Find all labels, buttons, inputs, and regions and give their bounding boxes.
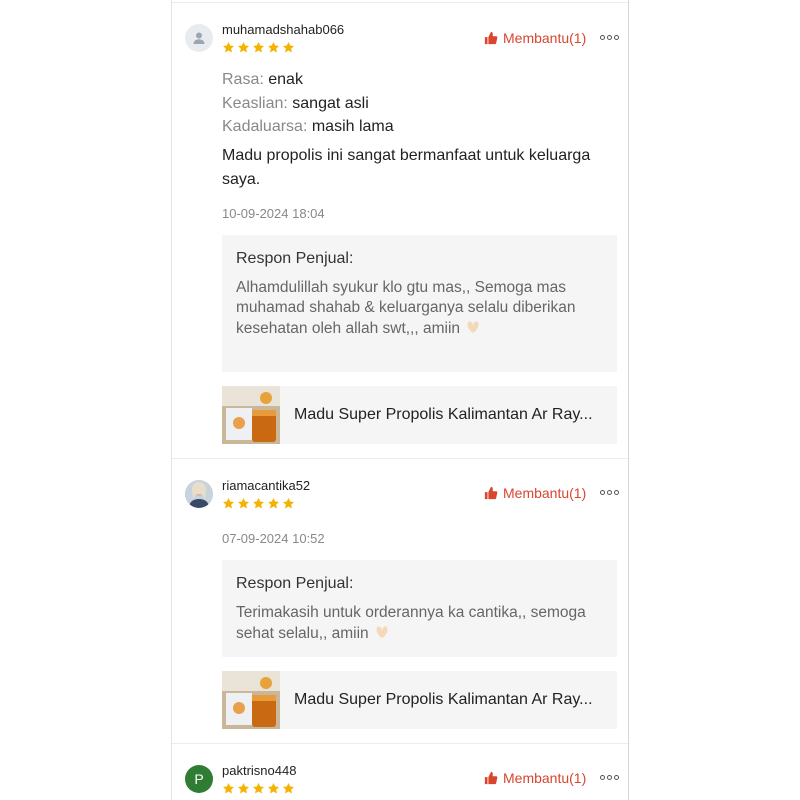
divider [172, 2, 628, 3]
thumbs-up-icon [484, 771, 498, 785]
response-text: Alhamdulillah syukur klo gtu mas,, Semog… [236, 279, 576, 338]
helpful-button[interactable]: Membantu(1) [484, 770, 586, 786]
helpful-label: Membantu(1) [503, 770, 587, 786]
star-icon [267, 782, 280, 794]
star-icon [252, 41, 265, 53]
attribute-expiry: Kadaluarsa: masih lama [222, 118, 394, 135]
star-icon [282, 497, 295, 509]
rating-stars [222, 41, 295, 54]
star-icon [252, 782, 265, 794]
star-icon [252, 497, 265, 509]
divider [172, 458, 628, 459]
product-thumbnail [222, 386, 280, 444]
helpful-label: Membantu(1) [503, 30, 587, 46]
response-text: Terimakasih untuk orderannya ka cantika,… [236, 604, 586, 643]
attribute-authenticity: Keaslian: sangat asli [222, 95, 369, 112]
review-list-panel: muhamadshahab066 Membantu(1) Rasa: enak … [171, 0, 629, 800]
praying-hands-icon [464, 318, 482, 340]
rating-stars [222, 782, 295, 795]
more-options-icon[interactable] [600, 490, 619, 495]
thumbs-up-icon [484, 486, 498, 500]
star-icon [282, 41, 295, 53]
attribute-taste: Rasa: enak [222, 71, 303, 88]
review-comment: Madu propolis ini sangat bermanfaat untu… [222, 147, 591, 188]
username[interactable]: riamacantika52 [222, 478, 310, 493]
seller-response: Respon Penjual: Alhamdulillah syukur klo… [222, 235, 617, 372]
helpful-button[interactable]: Membantu(1) [484, 485, 586, 501]
star-icon [237, 782, 250, 794]
avatar[interactable] [185, 480, 213, 508]
username[interactable]: paktrisno448 [222, 763, 296, 778]
star-icon [237, 497, 250, 509]
response-title: Respon Penjual: [236, 250, 354, 267]
rating-stars [222, 497, 295, 510]
helpful-button[interactable]: Membantu(1) [484, 30, 586, 46]
product-name: Madu Super Propolis Kalimantan Ar Ray... [294, 406, 593, 423]
star-icon [237, 41, 250, 53]
product-card[interactable]: Madu Super Propolis Kalimantan Ar Ray... [222, 671, 617, 729]
user-icon [193, 32, 205, 44]
star-icon [282, 782, 295, 794]
avatar[interactable] [185, 24, 213, 52]
response-title: Respon Penjual: [236, 575, 354, 592]
star-icon [222, 497, 235, 509]
more-options-icon[interactable] [600, 35, 619, 40]
divider [172, 743, 628, 744]
product-thumbnail [222, 671, 280, 729]
product-name: Madu Super Propolis Kalimantan Ar Ray... [294, 691, 593, 708]
username[interactable]: muhamadshahab066 [222, 22, 344, 37]
review-date: 07-09-2024 10:52 [222, 531, 325, 546]
star-icon [267, 41, 280, 53]
star-icon [267, 497, 280, 509]
avatar[interactable]: P [185, 765, 213, 793]
thumbs-up-icon [484, 31, 498, 45]
more-options-icon[interactable] [600, 775, 619, 780]
helpful-label: Membantu(1) [503, 485, 587, 501]
seller-response: Respon Penjual: Terimakasih untuk ordera… [222, 560, 617, 657]
star-icon [222, 782, 235, 794]
star-icon [222, 41, 235, 53]
product-card[interactable]: Madu Super Propolis Kalimantan Ar Ray... [222, 386, 617, 444]
review-date: 10-09-2024 18:04 [222, 206, 325, 221]
praying-hands-icon [373, 623, 391, 645]
